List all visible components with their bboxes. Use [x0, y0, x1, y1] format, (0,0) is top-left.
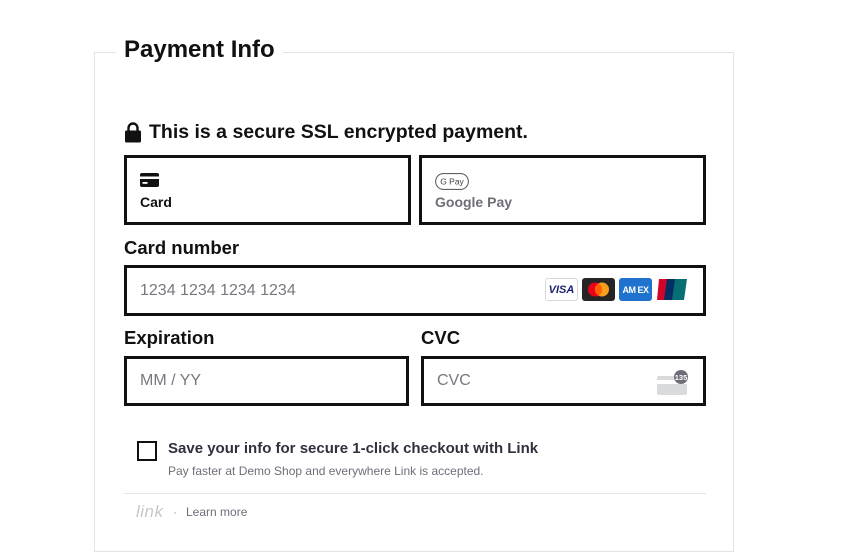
save-info-subtitle: Pay faster at Demo Shop and everywhere L… [168, 464, 484, 478]
google-pay-icon-text: G Pay [440, 177, 464, 187]
expiration-input[interactable]: MM / YY [124, 356, 409, 406]
visa-icon: VISA [545, 278, 578, 301]
cvc-placeholder: CVC [437, 372, 471, 389]
expiration-label: Expiration [124, 327, 215, 348]
cvc-input[interactable]: CVC 135 [421, 356, 706, 406]
secure-text: This is a secure SSL encrypted payment. [149, 120, 528, 143]
divider [124, 493, 706, 494]
tab-google-pay-label: Google Pay [435, 194, 513, 210]
learn-more-link[interactable]: Learn more [186, 505, 247, 519]
secure-notice: This is a secure SSL encrypted payment. [124, 118, 528, 146]
lock-icon [124, 121, 142, 143]
card-number-input[interactable]: 1234 1234 1234 1234 VISA AM EX [124, 265, 706, 316]
tab-card-label: Card [140, 194, 172, 210]
unionpay-icon [656, 278, 689, 301]
page-title: Payment Info [116, 34, 283, 66]
card-number-label: Card number [124, 237, 240, 258]
tab-google-pay[interactable]: G Pay Google Pay [419, 155, 706, 225]
expiration-placeholder: MM / YY [140, 372, 202, 389]
cvc-card-icon: 135 [657, 370, 689, 396]
cvc-label: CVC [421, 327, 461, 348]
cvc-icon-text: 135 [675, 373, 688, 382]
tab-card[interactable]: Card [124, 155, 411, 225]
link-separator: · [173, 505, 177, 519]
amex-icon: AM EX [619, 278, 652, 301]
credit-card-icon [140, 173, 159, 192]
save-info-checkbox[interactable] [137, 441, 157, 461]
card-brands: VISA AM EX [545, 278, 689, 301]
card-number-placeholder: 1234 1234 1234 1234 [140, 281, 296, 299]
link-logo: link [136, 502, 164, 521]
save-info-title[interactable]: Save your info for secure 1-click checko… [168, 440, 538, 457]
google-pay-icon: G Pay [435, 173, 469, 195]
mastercard-icon [582, 278, 615, 301]
